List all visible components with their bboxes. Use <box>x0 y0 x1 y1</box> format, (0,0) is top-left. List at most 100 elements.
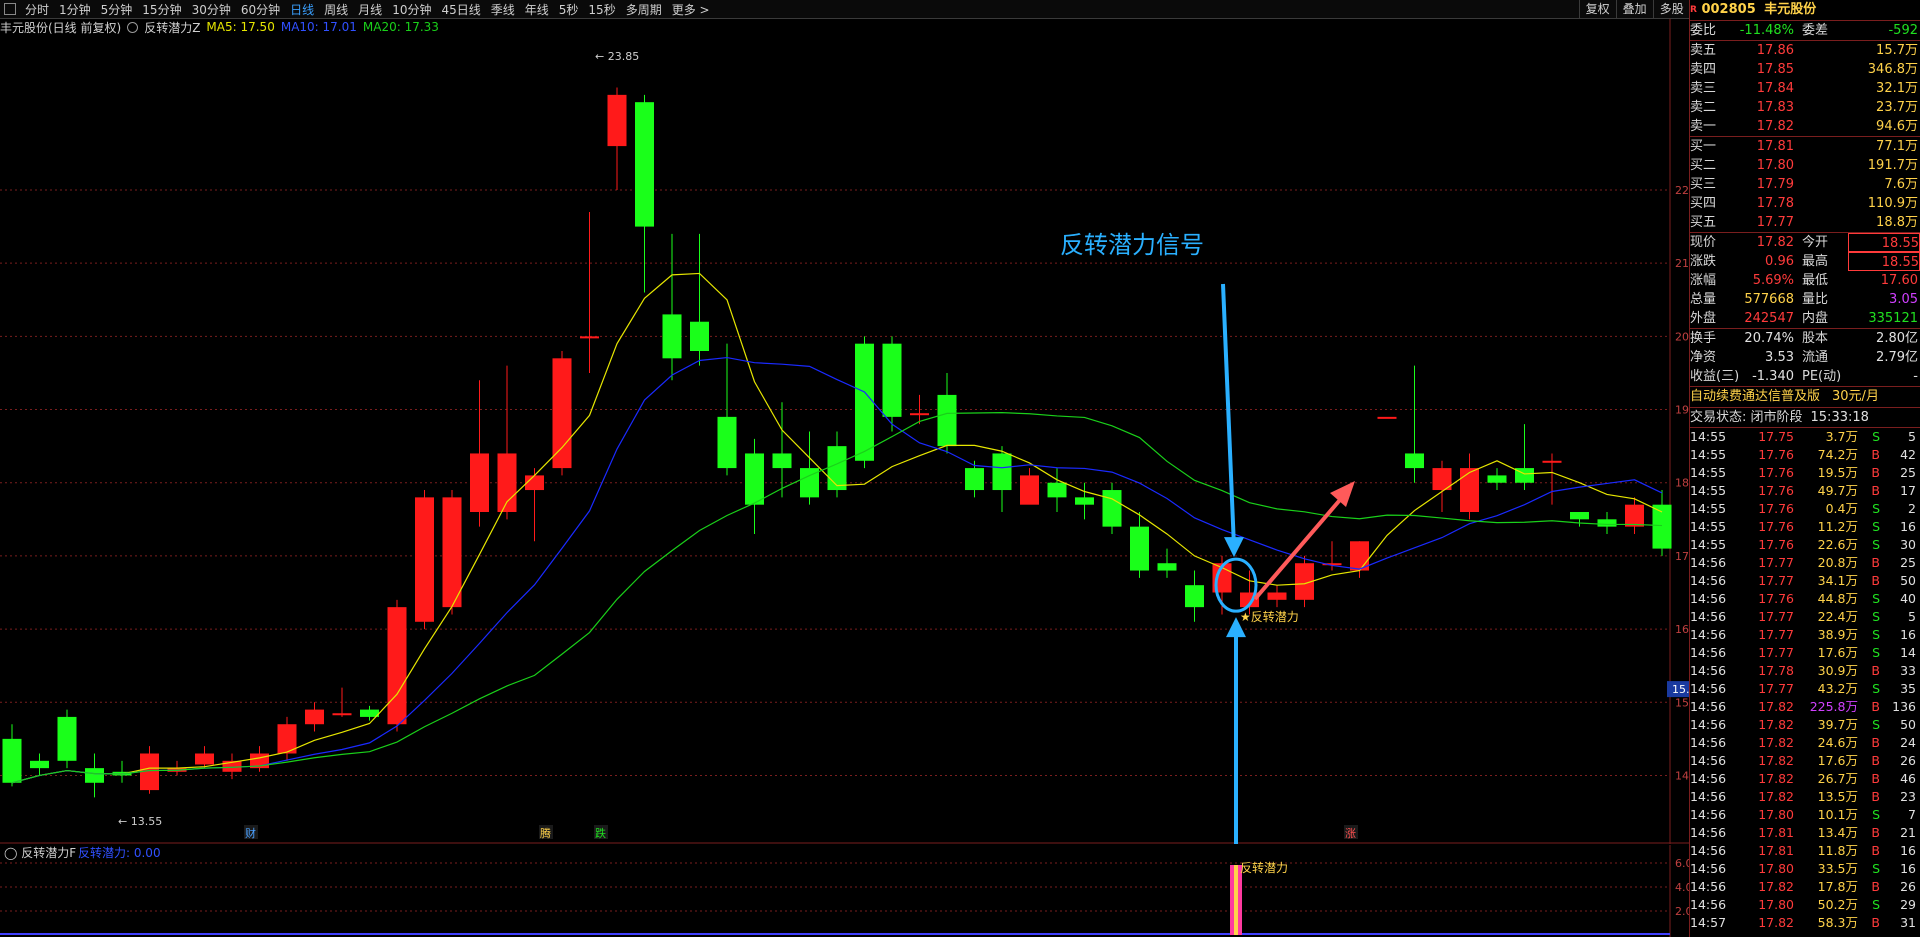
quote-row: 涨幅 5.69% 最低 17.60 <box>1690 271 1920 290</box>
tick-price: 17.76 <box>1758 501 1794 516</box>
candle-body <box>1487 475 1507 483</box>
tick-row: 14:55 17.76 74.2万 B 42 <box>1690 446 1920 464</box>
period-tab-0[interactable]: 分时 <box>20 1 54 18</box>
period-tab-12[interactable]: 年线 <box>520 1 554 18</box>
tick-row: 14:56 17.81 11.8万 B 16 <box>1690 842 1920 860</box>
tick-row: 14:56 17.81 13.4万 B 21 <box>1690 824 1920 842</box>
fund-label: 股本 <box>1802 331 1829 346</box>
period-tab-11[interactable]: 季线 <box>486 1 520 18</box>
ask-level-label: 卖一 <box>1690 119 1717 134</box>
tick-price: 17.80 <box>1758 897 1794 912</box>
subscription-ad[interactable]: 自动续费通达信普及版 30元/月 <box>1690 387 1920 408</box>
candle-body <box>635 102 654 227</box>
tick-volume: 22.4万 <box>1817 609 1858 624</box>
tick-price: 17.76 <box>1758 537 1794 552</box>
candle-body <box>1075 497 1094 505</box>
ma5-line <box>11 272 1663 784</box>
menu-icon[interactable] <box>4 3 16 15</box>
toolbar-button-0[interactable]: 复权 <box>1578 0 1616 18</box>
period-tab-13[interactable]: 5秒 <box>554 1 584 18</box>
tick-row: 14:55 17.76 19.5万 B 25 <box>1690 464 1920 482</box>
tick-side: B <box>1871 879 1880 894</box>
y-tick-label: 17.00 <box>1675 550 1689 563</box>
tick-time: 14:56 <box>1690 717 1727 732</box>
toolbar-button-1[interactable]: 叠加 <box>1615 0 1653 18</box>
tick-price: 17.78 <box>1758 663 1794 678</box>
event-badge: 跌 <box>595 826 606 840</box>
period-tab-9[interactable]: 10分钟 <box>387 1 436 18</box>
tick-side: B <box>1871 843 1880 858</box>
period-tab-10[interactable]: 45日线 <box>436 1 485 18</box>
signal-arrow-down <box>1221 283 1236 548</box>
period-tab-15[interactable]: 多周期 <box>621 1 667 18</box>
tick-volume: 17.6万 <box>1817 645 1858 660</box>
period-tab-1[interactable]: 1分钟 <box>54 1 96 18</box>
tick-price: 17.82 <box>1758 879 1794 894</box>
tick-volume: 225.8万 <box>1809 699 1858 714</box>
candle-body <box>332 713 352 716</box>
period-tab-8[interactable]: 月线 <box>353 1 387 18</box>
period-tab-4[interactable]: 30分钟 <box>187 1 236 18</box>
tick-time: 14:56 <box>1690 573 1727 588</box>
period-tab-14[interactable]: 15秒 <box>583 1 620 18</box>
ask-price: 17.86 <box>1756 43 1794 58</box>
bid-price: 17.79 <box>1756 177 1794 192</box>
stat-label: 今开 <box>1802 235 1829 250</box>
tick-price: 17.82 <box>1758 789 1794 804</box>
tick-volume: 11.2万 <box>1817 519 1858 534</box>
indicator-name[interactable]: 反转潜力Z <box>144 19 200 36</box>
fund-label: 流通 <box>1802 350 1829 365</box>
tick-time: 14:57 <box>1690 915 1727 930</box>
tick-count: 25 <box>1900 465 1916 480</box>
period-tab-2[interactable]: 5分钟 <box>96 1 138 18</box>
tick-side: S <box>1872 609 1880 624</box>
stat-label: 最低 <box>1802 273 1829 288</box>
toolbar-button-2[interactable]: 多股 <box>1652 0 1690 18</box>
bid-volume: 77.1万 <box>1876 139 1918 154</box>
candle-body <box>415 497 434 622</box>
tick-list[interactable]: 14:55 17.75 3.7万 S 5 14:55 17.76 74.2万 B 42 14:55 1… <box>1690 428 1920 932</box>
tick-count: 14 <box>1900 645 1916 660</box>
y-tick-label: 18.00 <box>1675 477 1689 490</box>
tick-side: B <box>1871 555 1880 570</box>
candlestick-chart[interactable]: 22.00 21.00 20.00 19.00 18.00 17.00 16.00 15.00… <box>0 19 1689 844</box>
stat-value: 242547 <box>1744 311 1794 326</box>
candle-body <box>992 453 1012 491</box>
ad-text[interactable]: 自动续费通达信普及版 <box>1690 389 1820 404</box>
tick-side: B <box>1871 825 1880 840</box>
tick-price: 17.77 <box>1758 555 1794 570</box>
event-badge: 涨 <box>1345 827 1356 840</box>
tick-count: 42 <box>1900 447 1916 462</box>
quote-row: 换手 20.74% 股本 2.80亿 <box>1690 329 1920 348</box>
ad-price[interactable]: 30元/月 <box>1832 389 1879 404</box>
period-tab-3[interactable]: 15分钟 <box>137 1 186 18</box>
sub-y-tick: 6.00 <box>1675 857 1689 870</box>
candle-body <box>552 358 572 469</box>
tick-side: B <box>1871 663 1880 678</box>
tick-time: 14:56 <box>1690 861 1727 876</box>
tick-volume: 26.7万 <box>1817 771 1858 786</box>
period-tab-16[interactable]: 更多 > <box>667 1 715 18</box>
tick-time: 14:56 <box>1690 807 1727 822</box>
tick-price: 17.77 <box>1758 609 1794 624</box>
tick-side: B <box>1871 735 1880 750</box>
tick-count: 23 <box>1900 789 1916 804</box>
tick-row: 14:56 17.80 10.1万 S 7 <box>1690 806 1920 824</box>
tick-time: 14:56 <box>1690 735 1727 750</box>
period-tab-7[interactable]: 周线 <box>319 1 353 18</box>
tick-volume: 19.5万 <box>1817 465 1858 480</box>
sub-y-tick: 2.00 <box>1675 905 1689 918</box>
bid-price: 17.77 <box>1756 215 1794 230</box>
candle-body <box>195 753 214 765</box>
tick-side: B <box>1871 483 1880 498</box>
period-tab-5[interactable]: 60分钟 <box>236 1 285 18</box>
indicator-subchart[interactable]: 6.00 4.00 2.00 ◯ 反转潜力F反转潜力: 0.00 反转潜力 <box>0 845 1689 937</box>
tick-row: 14:56 17.77 22.4万 S 5 <box>1690 608 1920 626</box>
stat-label: 涨幅 <box>1690 273 1717 288</box>
indicator-toggle-icon[interactable] <box>127 21 139 33</box>
tick-row: 14:56 17.82 26.7万 B 46 <box>1690 770 1920 788</box>
tick-price: 17.76 <box>1758 447 1794 462</box>
sub-indicator-name: ◯ 反转潜力F <box>4 845 76 860</box>
tick-side: S <box>1872 537 1880 552</box>
period-tab-6[interactable]: 日线 <box>285 1 319 18</box>
